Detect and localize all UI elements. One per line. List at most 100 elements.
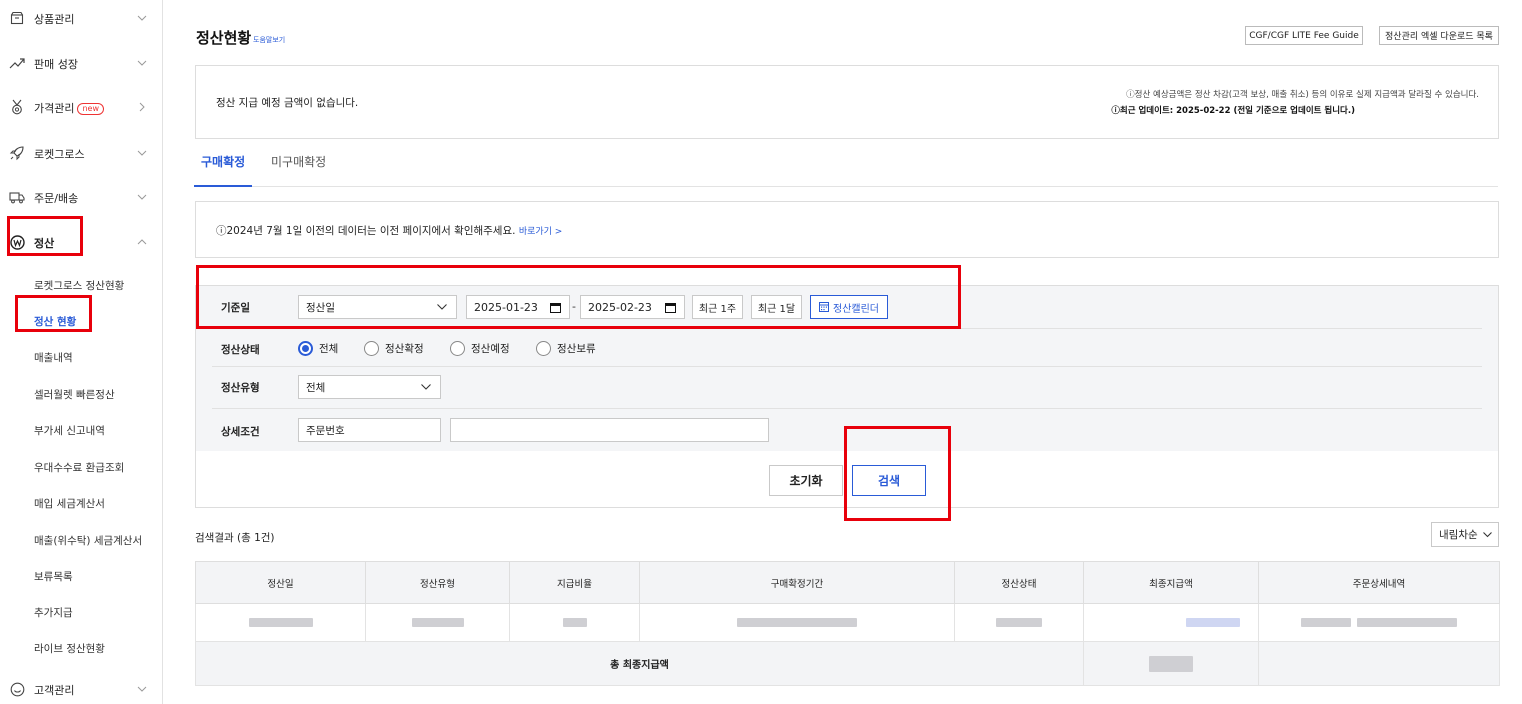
settlement-notice-box: 정산 지급 예정 금액이 없습니다. ⓘ정산 예상금액은 정산 차감(고객 보상…: [195, 65, 1499, 139]
column-header: 정산유형: [365, 561, 510, 604]
recent-month-button[interactable]: 최근 1달: [751, 295, 802, 319]
status-radio-confirmed[interactable]: 정산확정: [364, 341, 424, 356]
column-header: 주문상세내역: [1258, 561, 1500, 604]
redacted-cell: [365, 603, 510, 642]
detail-condition-select[interactable]: 주문번호: [298, 418, 441, 442]
sidebar-sub-settlement-status[interactable]: 정산 현황: [34, 314, 76, 329]
sidebar-sub-purchase-invoice[interactable]: 매입 세금계산서: [34, 496, 105, 511]
date-range-separator: -: [572, 300, 576, 313]
radio-icon: [450, 341, 465, 356]
status-radio-all[interactable]: 전체: [298, 341, 338, 356]
redacted-cell: [954, 603, 1084, 642]
tab-purchase-confirmed[interactable]: 구매확정: [201, 153, 245, 170]
sidebar-sub-hold-list[interactable]: 보류목록: [34, 569, 73, 584]
base-date-label: 기준일: [221, 302, 250, 314]
sidebar-item-label: 판매 성장: [34, 58, 78, 71]
sidebar-item-products[interactable]: 상품관리: [0, 3, 162, 33]
chevron-down-icon: [136, 191, 148, 203]
trend-up-icon: [9, 55, 25, 71]
settlement-calendar-label: 정산캘린더: [833, 303, 879, 315]
calendar-icon: [550, 302, 561, 313]
sidebar-item-rocket-growth[interactable]: 로켓그로스: [0, 138, 162, 168]
column-header: 최종지급액: [1083, 561, 1259, 604]
detail-search-input[interactable]: [450, 418, 769, 442]
sidebar: 상품관리 판매 성장 가격관리 new 로켓그로스 주문/배송 정산 로켓그로스…: [0, 0, 163, 704]
radio-icon: [364, 341, 379, 356]
redacted-cell: [1258, 603, 1500, 642]
sidebar-item-label: 정산: [34, 237, 55, 250]
help-link[interactable]: 도움말보기: [253, 35, 285, 45]
sidebar-sub-sales-invoice[interactable]: 매출(위수탁) 세금계산서: [34, 533, 142, 548]
settlement-type-select[interactable]: 전체: [298, 375, 441, 399]
chevron-down-icon: [136, 57, 148, 69]
sidebar-sub-seller-wallet[interactable]: 셀러월렛 빠른정산: [34, 387, 115, 402]
sidebar-item-customers[interactable]: 고객관리: [0, 674, 162, 704]
radio-selected-icon: [298, 341, 313, 356]
sidebar-item-sales-growth[interactable]: 판매 성장: [0, 48, 162, 78]
sidebar-sub-rocket-growth-settlement[interactable]: 로켓그로스 정산현황: [34, 278, 124, 293]
total-empty-cell: [1258, 641, 1500, 686]
chevron-up-icon: [136, 236, 148, 248]
notice-info-line: ⓘ정산 예상금액은 정산 차감(고객 보상, 매출 취소) 등의 이유로 실제 …: [1126, 90, 1479, 100]
sidebar-item-label-wrap: 가격관리 new: [34, 100, 105, 116]
calendar-grid-icon: [819, 302, 829, 312]
sidebar-item-label: 고객관리: [34, 684, 75, 697]
sidebar-item-label: 상품관리: [34, 13, 75, 26]
column-header: 지급비율: [509, 561, 640, 604]
tab-not-purchase-confirmed[interactable]: 미구매확정: [271, 153, 326, 170]
legacy-data-text: ⓘ2024년 7월 1일 이전의 데이터는 이전 페이지에서 확인해주세요.: [216, 225, 516, 237]
sidebar-item-pricing[interactable]: 가격관리 new: [0, 92, 162, 122]
sidebar-item-label: 주문/배송: [34, 192, 79, 205]
go-to-legacy-link[interactable]: 바로가기 >: [519, 227, 563, 237]
box-icon: [9, 10, 25, 26]
start-date-input[interactable]: 2025-01-23: [466, 295, 570, 319]
excel-download-list-button[interactable]: 정산관리 엑셀 다운로드 목록: [1379, 26, 1499, 45]
fee-guide-button[interactable]: CGF/CGF LITE Fee Guide: [1245, 26, 1363, 45]
redacted-value: [411, 618, 464, 627]
new-badge: new: [77, 103, 105, 115]
active-tab-indicator: [194, 185, 252, 187]
sort-order-select[interactable]: 내림차순: [1431, 522, 1499, 547]
radio-icon: [536, 341, 551, 356]
recent-week-button[interactable]: 최근 1주: [692, 295, 743, 319]
status-option-label: 정산예정: [471, 343, 510, 355]
chevron-down-icon: [136, 683, 148, 695]
legacy-data-info-box: ⓘ2024년 7월 1일 이전의 데이터는 이전 페이지에서 확인해주세요. 바…: [195, 201, 1499, 258]
redacted-cell: [639, 603, 955, 642]
redacted-amount-link[interactable]: [1186, 618, 1240, 627]
won-icon: [9, 234, 25, 250]
sidebar-sub-fee-refund[interactable]: 우대수수료 환급조회: [34, 460, 124, 475]
sidebar-sub-sales-history[interactable]: 매출내역: [34, 350, 73, 365]
redacted-total-amount: [1149, 655, 1193, 672]
table-row: [195, 603, 1500, 642]
page-title: 정산현황: [196, 29, 252, 47]
search-button[interactable]: 검색: [852, 465, 926, 496]
status-label: 정산상태: [221, 344, 260, 356]
base-date-type-select[interactable]: 정산일: [298, 295, 457, 319]
sidebar-item-orders[interactable]: 주문/배송: [0, 182, 162, 212]
notice-update-line: ⓘ최근 업데이트: 2025-02-22 (전일 기준으로 업데이트 됩니다.): [1111, 106, 1355, 116]
redacted-value: [248, 618, 313, 627]
redacted-value[interactable]: [1357, 618, 1457, 627]
column-header: 정산일: [195, 561, 366, 604]
end-date-input[interactable]: 2025-02-23: [580, 295, 685, 319]
sidebar-sub-live-settlement[interactable]: 라이브 정산현황: [34, 641, 105, 656]
sidebar-item-settlement[interactable]: 정산: [0, 227, 162, 257]
redacted-cell: [1083, 603, 1259, 642]
settlement-type-value: 전체: [306, 381, 326, 394]
redacted-value[interactable]: [1301, 618, 1351, 627]
settlement-calendar-button[interactable]: 정산캘린더: [810, 295, 888, 319]
tab-divider: [194, 186, 1498, 187]
status-radio-held[interactable]: 정산보류: [536, 341, 596, 356]
sidebar-item-label: 로켓그로스: [34, 148, 85, 161]
sort-order-value: 내림차순: [1439, 529, 1478, 541]
sidebar-sub-vat-report[interactable]: 부가세 신고내역: [34, 423, 105, 438]
redacted-cell: [509, 603, 640, 642]
sidebar-sub-extra-payment[interactable]: 추가지급: [34, 605, 73, 620]
settlement-result-table: 정산일 정산유형 지급비율 구매확정기간 정산상태 최종지급액 주문상세내역 총…: [195, 561, 1500, 686]
chevron-down-icon: [136, 12, 148, 24]
reset-button[interactable]: 초기화: [769, 465, 843, 496]
base-date-type-value: 정산일: [306, 301, 335, 314]
status-radio-scheduled[interactable]: 정산예정: [450, 341, 510, 356]
truck-icon: [9, 189, 25, 205]
